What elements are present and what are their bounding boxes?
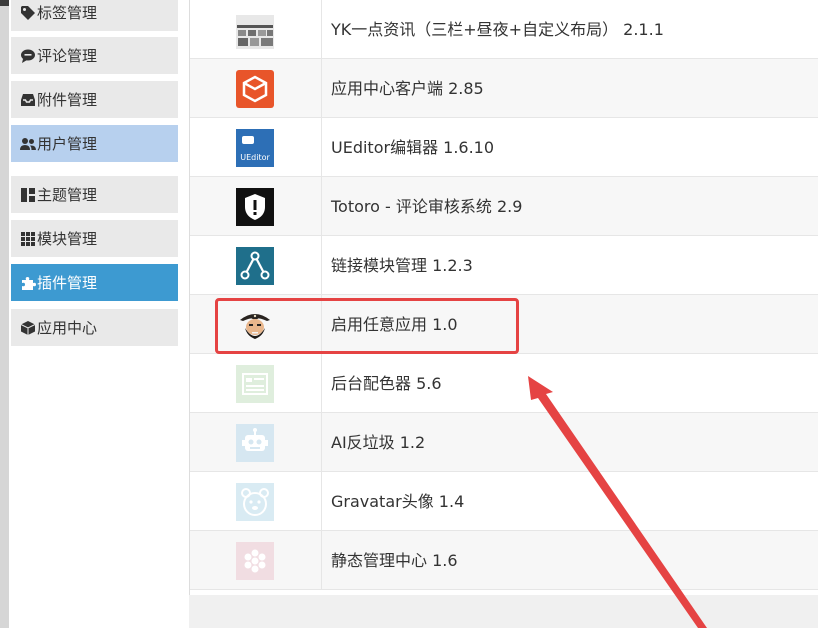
plugin-row[interactable]: Gravatar头像 1.4 (190, 472, 818, 531)
app-center-box-icon (236, 70, 274, 108)
plugin-name[interactable]: 静态管理中心 1.6 (331, 531, 458, 590)
sidebar-item-plugins[interactable]: 插件管理 (11, 264, 178, 301)
plugin-row[interactable]: YK一点资讯（三栏+昼夜+自定义布局） 2.1.1 (190, 0, 818, 59)
plugin-row[interactable]: UEditor UEditor编辑器 1.6.10 (190, 118, 818, 177)
plugin-name[interactable]: Gravatar头像 1.4 (331, 472, 464, 531)
plugin-name[interactable]: UEditor编辑器 1.6.10 (331, 118, 494, 177)
robot-icon (236, 424, 274, 462)
ueditor-icon: UEditor (236, 129, 274, 167)
sidebar-item-label: 评论管理 (37, 47, 98, 65)
flower-icon (236, 542, 274, 580)
sidebar-item-modules[interactable]: 模块管理 (11, 220, 178, 257)
puzzle-icon (22, 277, 36, 290)
sidebar-item-label: 标签管理 (37, 4, 98, 22)
grid-icon (21, 232, 35, 246)
sidebar-item-tags[interactable]: 标签管理 (11, 0, 178, 31)
plugin-row[interactable]: Totoro - 评论审核系统 2.9 (190, 177, 818, 236)
inbox-icon (21, 94, 35, 106)
plugin-name[interactable]: AI反垃圾 1.2 (331, 413, 425, 472)
shield-exclamation-icon (236, 188, 274, 226)
sidebar-item-themes[interactable]: 主题管理 (11, 176, 178, 213)
admin-sidebar: 标签管理 评论管理 附件管理 用户管理 主题管理 模块管理 插件管理 应用中心 (9, 0, 189, 628)
sidebar-item-attachments[interactable]: 附件管理 (11, 81, 178, 118)
highlight-box (215, 298, 519, 354)
bear-face-icon (236, 483, 274, 521)
plugin-name[interactable]: YK一点资讯（三栏+昼夜+自定义布局） 2.1.1 (331, 0, 664, 59)
svg-text:UEditor: UEditor (240, 153, 270, 162)
cube-icon (20, 321, 36, 335)
left-edge-strip (0, 6, 9, 628)
sidebar-item-users[interactable]: 用户管理 (11, 125, 178, 162)
sidebar-item-label: 插件管理 (37, 274, 98, 292)
plugin-row[interactable]: 链接模块管理 1.2.3 (190, 236, 818, 295)
layout-icon (21, 188, 35, 202)
sidebar-item-label: 模块管理 (37, 230, 98, 248)
sidebar-item-label: 应用中心 (37, 319, 98, 337)
color-panel-icon (236, 365, 274, 403)
plugin-row[interactable]: 应用中心客户端 2.85 (190, 59, 818, 118)
sidebar-item-label: 用户管理 (37, 135, 98, 153)
plugin-row[interactable]: AI反垃圾 1.2 (190, 413, 818, 472)
plugin-row[interactable]: 后台配色器 5.6 (190, 354, 818, 413)
plugin-name[interactable]: Totoro - 评论审核系统 2.9 (331, 177, 522, 236)
sidebar-item-comments[interactable]: 评论管理 (11, 37, 178, 74)
link-nodes-icon (236, 247, 274, 285)
sidebar-item-app-center[interactable]: 应用中心 (11, 309, 178, 346)
sidebar-item-label: 主题管理 (37, 186, 98, 204)
comment-icon (21, 49, 35, 63)
plugin-name[interactable]: 后台配色器 5.6 (331, 354, 442, 413)
users-icon (20, 138, 36, 150)
plugin-name[interactable]: 链接模块管理 1.2.3 (331, 236, 473, 295)
tag-icon (21, 6, 35, 20)
sidebar-item-label: 附件管理 (37, 91, 98, 109)
plugin-name[interactable]: 应用中心客户端 2.85 (331, 59, 484, 118)
screenshot-thumbnail-icon (236, 15, 274, 49)
plugin-row[interactable]: 静态管理中心 1.6 (190, 531, 818, 590)
